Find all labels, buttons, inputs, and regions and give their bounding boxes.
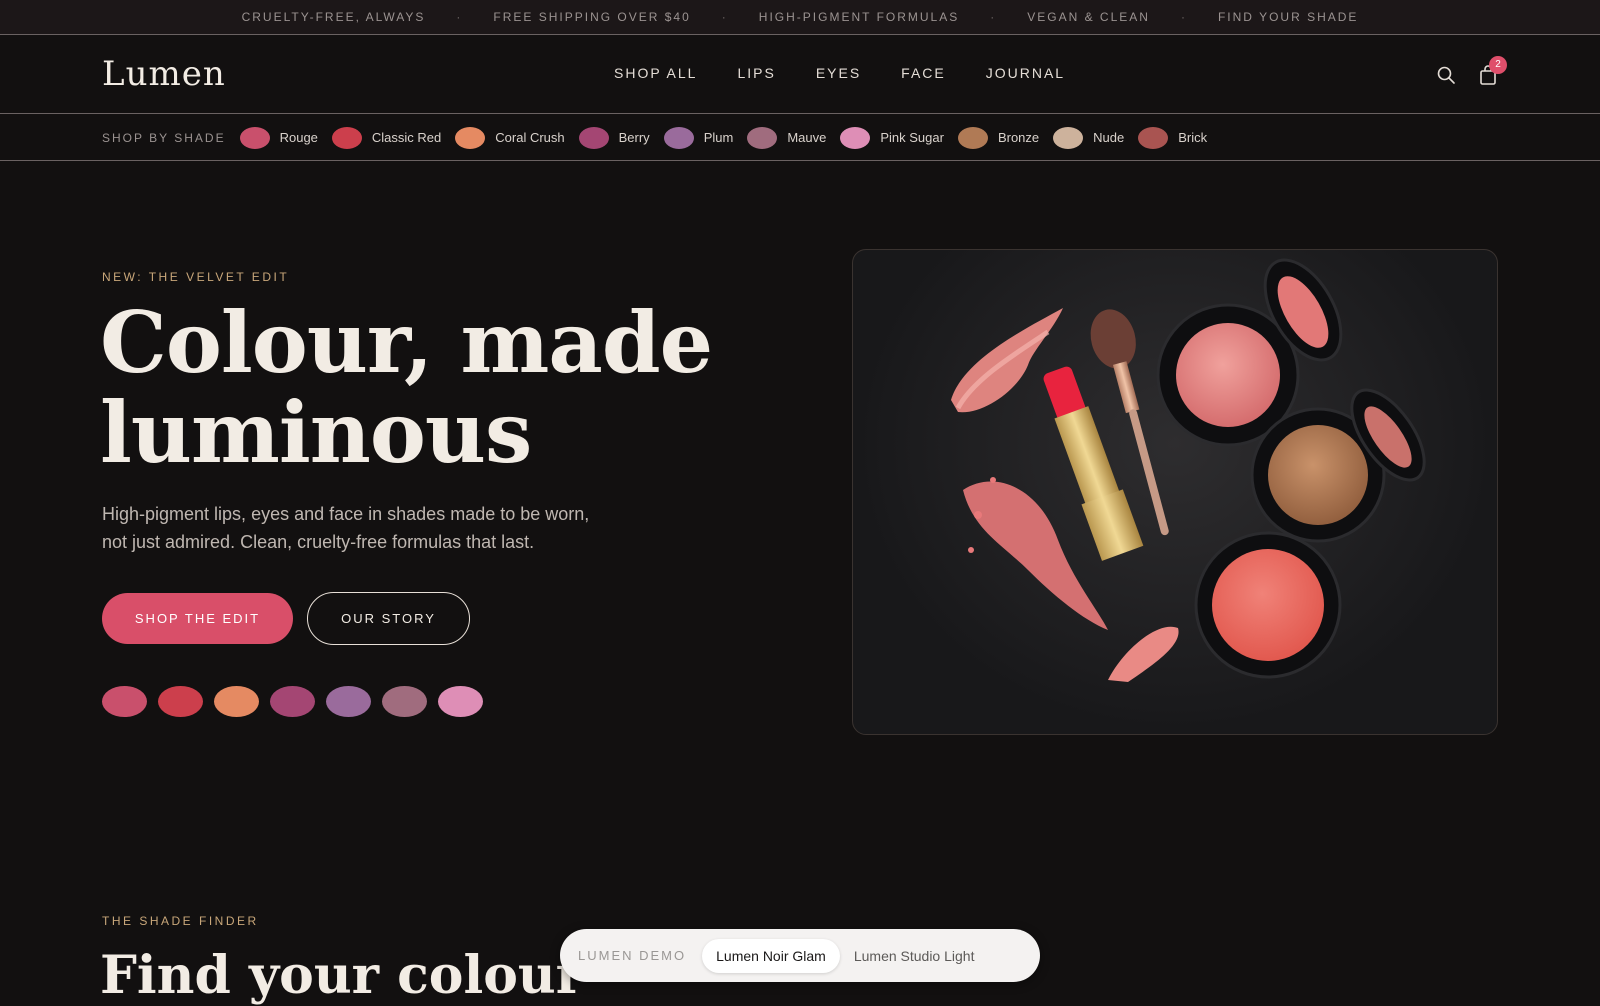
shade-name: Coral Crush	[495, 130, 565, 145]
hero-swatch-row	[102, 686, 483, 717]
our-story-button[interactable]: OUR STORY	[307, 592, 470, 645]
announcement-separator: ·	[1180, 10, 1187, 24]
announcement-separator: ·	[456, 10, 463, 24]
shade-name: Berry	[618, 130, 650, 145]
shade-bronze[interactable]: Bronze	[957, 126, 1040, 149]
shade-swatch	[663, 126, 694, 149]
hero-eyebrow: NEW: THE VELVET EDIT	[102, 270, 290, 284]
announcement-separator: ·	[721, 10, 728, 24]
shade-swatch	[1053, 126, 1084, 149]
shade-name: Rouge	[279, 130, 318, 145]
shade-classic-red[interactable]: Classic Red	[331, 126, 442, 149]
shade-name: Brick	[1178, 130, 1208, 145]
hero-headline: Colour, made luminous	[100, 293, 713, 482]
nav-lips[interactable]: LIPS	[737, 65, 775, 81]
shade-swatch	[455, 126, 486, 149]
swatch[interactable]	[382, 686, 427, 717]
shade-swatch	[840, 126, 871, 149]
shop-the-edit-button[interactable]: SHOP THE EDIT	[102, 593, 293, 644]
shade-name: Classic Red	[371, 130, 442, 145]
theme-option-studio-light[interactable]: Lumen Studio Light	[840, 939, 989, 973]
search-icon[interactable]	[1436, 65, 1456, 85]
announcement-item: CRUELTY-FREE, ALWAYS	[241, 10, 426, 24]
shade-name: Bronze	[997, 130, 1040, 145]
demo-theme-switcher: LUMEN DEMO Lumen Noir Glam Lumen Studio …	[560, 929, 1040, 982]
shade-swatch	[331, 126, 362, 149]
shade-swatch	[578, 126, 609, 149]
shade-coral-crush[interactable]: Coral Crush	[455, 126, 565, 149]
nav-face[interactable]: FACE	[901, 65, 946, 81]
announcement-separator: ·	[990, 10, 997, 24]
swatch[interactable]	[270, 686, 315, 717]
shade-finder-eyebrow: THE SHADE FINDER	[102, 914, 259, 928]
nav-shop-all[interactable]: SHOP ALL	[614, 65, 697, 81]
logo[interactable]: Lumen	[102, 54, 226, 94]
main-nav: SHOP ALL LIPS EYES FACE JOURNAL	[614, 65, 1065, 81]
shade-pink-sugar[interactable]: Pink Sugar	[840, 126, 944, 149]
shade-plum[interactable]: Plum	[663, 126, 734, 149]
swatch[interactable]	[438, 686, 483, 717]
shade-name: Mauve	[787, 130, 827, 145]
swatch[interactable]	[214, 686, 259, 717]
shade-name: Plum	[703, 130, 734, 145]
announcement-item[interactable]: FIND YOUR SHADE	[1218, 10, 1358, 24]
announcement-bar: CRUELTY-FREE, ALWAYS · FREE SHIPPING OVE…	[0, 0, 1600, 35]
shade-name: Nude	[1093, 130, 1125, 145]
hero-product-image	[852, 249, 1498, 735]
shade-mauve[interactable]: Mauve	[747, 126, 827, 149]
swatch[interactable]	[326, 686, 371, 717]
swatch[interactable]	[158, 686, 203, 717]
nav-journal[interactable]: JOURNAL	[986, 65, 1065, 81]
swatch[interactable]	[102, 686, 147, 717]
makeup-flatlay-illustration	[951, 258, 1426, 682]
shade-nude[interactable]: Nude	[1053, 126, 1125, 149]
shop-by-shade-bar: SHOP BY SHADE Rouge Classic Red Coral Cr…	[0, 115, 1600, 161]
shade-brick[interactable]: Brick	[1138, 126, 1208, 149]
shade-berry[interactable]: Berry	[578, 126, 650, 149]
shade-swatch	[1138, 126, 1169, 149]
announcement-item: FREE SHIPPING OVER $40	[493, 10, 691, 24]
shade-rouge[interactable]: Rouge	[239, 126, 318, 149]
nav-eyes[interactable]: EYES	[816, 65, 861, 81]
shade-swatch	[239, 126, 270, 149]
shade-bar-label: SHOP BY SHADE	[102, 130, 226, 145]
announcement-item: HIGH-PIGMENT FORMULAS	[758, 10, 960, 24]
hero-subtext: High-pigment lips, eyes and face in shad…	[102, 504, 590, 552]
shade-finder-headline: Find your colour	[100, 945, 584, 1006]
shade-swatch	[747, 126, 778, 149]
theme-option-noir-glam[interactable]: Lumen Noir Glam	[702, 938, 840, 973]
shade-swatch	[957, 126, 988, 149]
main-header: Lumen SHOP ALL LIPS EYES FACE JOURNAL 2	[0, 36, 1600, 114]
demo-label: LUMEN DEMO	[578, 948, 687, 963]
announcement-item: VEGAN & CLEAN	[1027, 10, 1150, 24]
cart-count-badge: 2	[1489, 56, 1507, 74]
shade-name: Pink Sugar	[880, 130, 944, 145]
